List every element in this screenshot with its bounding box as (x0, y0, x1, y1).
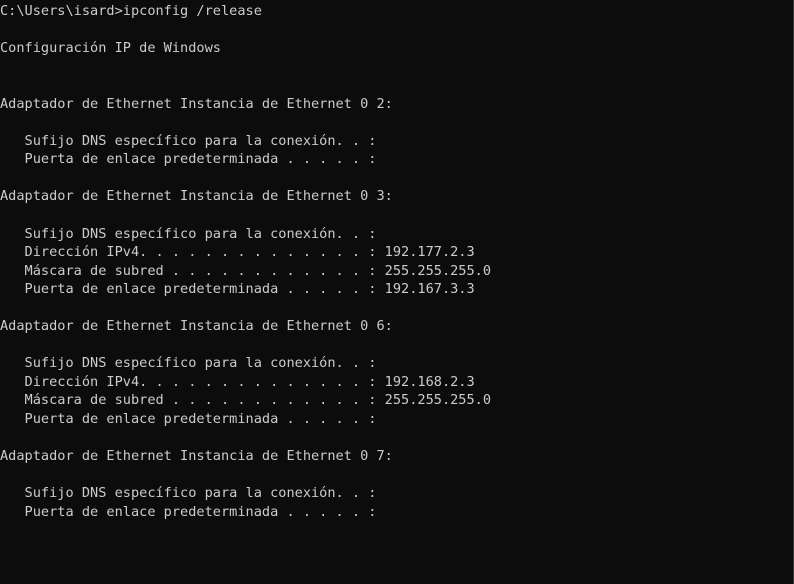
dns-suffix-line: Sufijo DNS específico para la conexión. … (0, 485, 377, 502)
gateway-line: Puerta de enlace predeterminada . . . . … (0, 503, 377, 520)
command-line: C:\Users\isard>ipconfig /release (0, 3, 262, 19)
ipv4-line: Dirección IPv4. . . . . . . . . . . . . … (0, 244, 475, 261)
ipv4-line: Dirección IPv4. . . . . . . . . . . . . … (0, 373, 475, 390)
terminal-output[interactable]: C:\Users\isard>ipconfig /release Configu… (0, 0, 794, 584)
adapter-heading: Adaptador de Ethernet Instancia de Ether… (0, 318, 393, 335)
gateway-line: Puerta de enlace predeterminada . . . . … (0, 411, 377, 428)
subnet-mask-line: Máscara de subred . . . . . . . . . . . … (0, 392, 492, 409)
gateway-line: Puerta de enlace predeterminada . . . . … (0, 151, 377, 168)
adapter-heading: Adaptador de Ethernet Instancia de Ether… (0, 448, 393, 465)
adapter-heading: Adaptador de Ethernet Instancia de Ether… (0, 95, 393, 112)
dns-suffix-line: Sufijo DNS específico para la conexión. … (0, 132, 377, 149)
dns-suffix-line: Sufijo DNS específico para la conexión. … (0, 225, 377, 242)
gateway-line: Puerta de enlace predeterminada . . . . … (0, 281, 475, 298)
dns-suffix-line: Sufijo DNS específico para la conexión. … (0, 355, 377, 372)
adapter-heading: Adaptador de Ethernet Instancia de Ether… (0, 188, 393, 205)
section-title: Configuración IP de Windows (0, 40, 221, 57)
subnet-mask-line: Máscara de subred . . . . . . . . . . . … (0, 262, 492, 279)
